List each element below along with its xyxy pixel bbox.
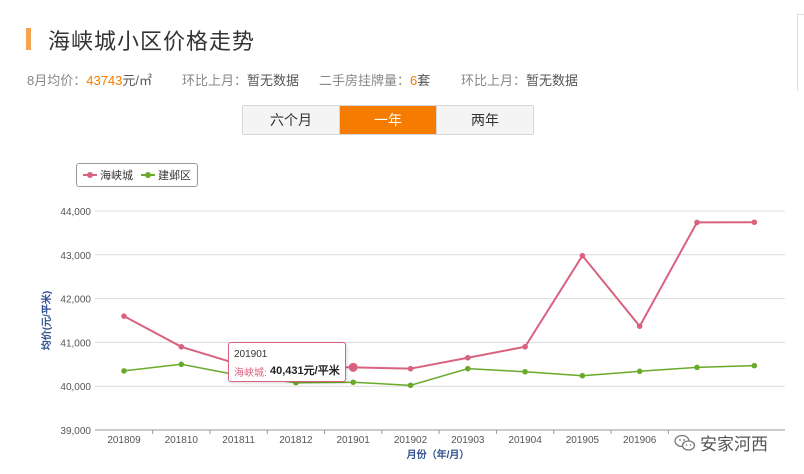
y-tick-label: 41,000	[60, 338, 91, 349]
x-tick-label: 201905	[566, 435, 600, 446]
data-point-series-1	[465, 354, 471, 361]
x-tick-label: 201901	[337, 435, 371, 446]
data-point-series-1	[751, 219, 758, 226]
data-point-series-2	[350, 379, 357, 386]
data-point-series-1	[579, 252, 586, 259]
y-tick-label: 39,000	[60, 426, 91, 437]
legend-item-series-1[interactable]: 海峡城	[83, 167, 133, 183]
y-tick-label: 42,000	[60, 295, 91, 306]
tooltip-x-label: 201901	[234, 349, 268, 360]
data-point-series-2	[121, 368, 127, 374]
data-point-series-1	[121, 313, 127, 319]
wechat-icon	[674, 434, 696, 452]
x-tick-label: 201903	[451, 435, 485, 446]
x-tick-label: 201810	[165, 435, 199, 446]
data-point-series-2	[751, 362, 758, 369]
data-point-series-1	[694, 219, 700, 226]
legend-label-series-1: 海峡城	[100, 170, 133, 182]
y-tick-label: 43,000	[60, 251, 91, 262]
legend-swatch-series-2	[141, 171, 155, 179]
legend-item-series-2[interactable]: 建邺区	[141, 167, 191, 183]
x-tick-label: 201809	[107, 435, 141, 446]
price-trend-chart: 39,000 40,000 41,000 42,000 43,000 44,000 2018…	[40, 207, 785, 461]
x-tick-label: 201812	[279, 435, 313, 446]
data-point-series-1	[636, 323, 643, 329]
y-tick-label: 40,000	[60, 382, 91, 393]
data-point-series-2	[407, 382, 414, 389]
watermark: 安家河西	[674, 430, 768, 455]
data-point-series-2	[636, 368, 643, 375]
data-point-series-1	[407, 365, 414, 372]
legend-swatch-series-1	[83, 171, 97, 179]
tooltip-series-name: 海峡城:	[234, 368, 267, 379]
tooltip-value: 40,431元/平米	[270, 365, 340, 377]
y-tick-label: 44,000	[60, 207, 91, 218]
chart-legend: 海峡城 建邺区	[76, 163, 198, 187]
x-tick-label: 201811	[222, 435, 255, 446]
data-point-series-2	[465, 365, 471, 372]
data-point-series-2	[522, 368, 528, 375]
data-point-series-2	[694, 364, 700, 371]
x-tick-label: 201906	[623, 435, 657, 446]
data-point-series-2	[579, 372, 586, 379]
series-line-2	[123, 363, 755, 387]
x-tick-label: 201904	[508, 435, 542, 446]
y-axis-title: 均价(元/平米)	[40, 291, 53, 350]
legend-label-series-2: 建邺区	[158, 170, 191, 182]
data-point-series-2	[178, 361, 185, 368]
x-tick-label: 201902	[394, 435, 428, 446]
chart-tooltip: 201901 海峡城: 40,431元/平米	[228, 342, 346, 382]
x-axis-title: 月份（年/月）	[406, 448, 470, 461]
data-point-series-1	[178, 343, 185, 350]
data-point-series-1	[348, 362, 358, 372]
data-point-series-1	[522, 343, 528, 350]
watermark-text: 安家河西	[700, 435, 768, 454]
series-line-1	[123, 221, 755, 370]
